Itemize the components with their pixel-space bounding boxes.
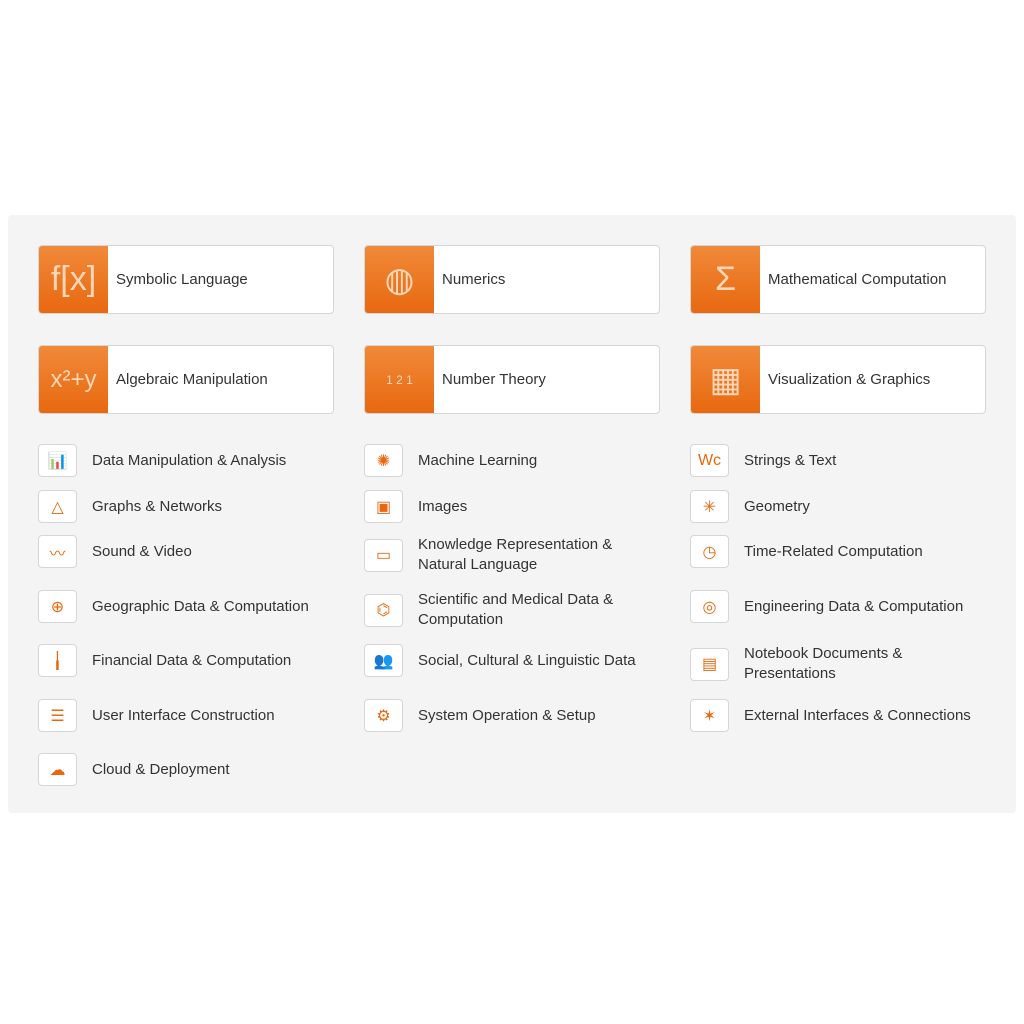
category-link[interactable]: 📊 Data Manipulation & Analysis: [38, 444, 338, 477]
category-label: Social, Cultural & Linguistic Data: [418, 651, 636, 669]
category-label: Scientific and Medical Data & Computatio…: [418, 591, 614, 628]
category-link[interactable]: ⚙ System Operation & Setup: [364, 699, 664, 732]
candlestick-icon: ╽: [38, 644, 77, 677]
card-label: Symbolic Language: [116, 271, 248, 288]
connections-icon: ✶: [690, 699, 729, 732]
sliders-icon: ☰: [38, 699, 77, 732]
category-link[interactable]: ✺ Machine Learning: [364, 444, 664, 477]
card-label: Visualization & Graphics: [768, 371, 931, 388]
category-link[interactable]: ▣ Images: [364, 490, 664, 523]
engineering-icon: ◎: [690, 590, 729, 623]
featured-card[interactable]: 1 2 1 Number Theory: [364, 345, 660, 414]
card-label: Mathematical Computation: [768, 271, 947, 288]
category-link[interactable]: △ Graphs & Networks: [38, 490, 338, 523]
category-label: Machine Learning: [418, 451, 538, 469]
clock-icon: ◷: [690, 535, 729, 568]
category-link[interactable]: Wc Strings & Text: [690, 444, 990, 477]
category-link[interactable]: 👥 Social, Cultural & Linguistic Data: [364, 644, 664, 677]
category-link[interactable]: ╽ Financial Data & Computation: [38, 644, 338, 677]
card-label: Numerics: [442, 271, 506, 288]
category-label: Notebook Documents & Presentations: [744, 645, 903, 682]
notebook-icon: ▤: [690, 647, 729, 681]
fx-icon: f[x]: [39, 246, 108, 313]
image-icon: ▣: [364, 490, 403, 523]
card-label: Algebraic Manipulation: [116, 371, 268, 388]
category-link[interactable]: ✶ External Interfaces & Connections: [690, 699, 990, 732]
waveform-icon: 〰: [38, 535, 77, 568]
category-label: Time-Related Computation: [744, 542, 923, 560]
category-label: Cloud & Deployment: [92, 760, 230, 778]
category-label: Strings & Text: [744, 451, 837, 469]
category-label: Engineering Data & Computation: [744, 597, 964, 615]
featured-card[interactable]: x²+y Algebraic Manipulation: [38, 345, 334, 414]
algebra-icon: x²+y: [39, 346, 108, 413]
category-link[interactable]: ☰ User Interface Construction: [38, 699, 338, 732]
category-label: Sound & Video: [92, 542, 192, 560]
category-link[interactable]: ⌬ Scientific and Medical Data & Computati…: [364, 590, 664, 630]
category-link[interactable]: ☁ Cloud & Deployment: [38, 753, 338, 786]
featured-card[interactable]: ▦ Visualization & Graphics: [690, 345, 986, 414]
category-label: System Operation & Setup: [418, 706, 596, 724]
category-link[interactable]: ◎ Engineering Data & Computation: [690, 590, 990, 623]
pascal-triangle-icon: 1 2 1: [365, 346, 434, 413]
brain-icon: ✺: [364, 444, 403, 477]
cloud-icon: ☁: [38, 753, 77, 786]
monitor-gear-icon: ⚙: [364, 699, 403, 732]
people-icon: 👥: [364, 644, 403, 677]
sphere-mesh-icon: ◍: [365, 246, 434, 313]
molecule-icon: ⌬: [364, 593, 403, 627]
polyhedron-icon: ✳: [690, 490, 729, 523]
featured-card[interactable]: ◍ Numerics: [364, 245, 660, 314]
globe-pin-icon: ⊕: [38, 590, 77, 623]
featured-card[interactable]: Σ Mathematical Computation: [690, 245, 986, 314]
category-link[interactable]: 〰 Sound & Video: [38, 535, 338, 568]
3d-plot-icon: ▦: [691, 346, 760, 413]
bar-chart-icon: 📊: [38, 444, 77, 477]
category-link[interactable]: ✳ Geometry: [690, 490, 990, 523]
chat-icon: ▭: [364, 538, 403, 572]
summation-icon: Σ: [691, 246, 760, 313]
category-label: Geographic Data & Computation: [92, 597, 309, 615]
category-label: Financial Data & Computation: [92, 651, 292, 669]
category-label: Images: [418, 497, 468, 515]
category-label: User Interface Construction: [92, 706, 275, 724]
category-label: External Interfaces & Connections: [744, 706, 971, 724]
category-label: Graphs & Networks: [92, 497, 223, 515]
category-link[interactable]: ◷ Time-Related Computation: [690, 535, 990, 568]
card-label: Number Theory: [442, 371, 546, 388]
category-label: Knowledge Representation & Natural Langu…: [418, 536, 613, 573]
category-label: Geometry: [744, 497, 810, 515]
category-link[interactable]: ▭ Knowledge Representation & Natural Lang…: [364, 535, 664, 575]
category-link[interactable]: ⊕ Geographic Data & Computation: [38, 590, 338, 623]
graph-icon: △: [38, 490, 77, 523]
featured-card[interactable]: f[x] Symbolic Language: [38, 245, 334, 314]
category-label: Data Manipulation & Analysis: [92, 451, 287, 469]
category-link[interactable]: ▤ Notebook Documents & Presentations: [690, 644, 990, 684]
text-icon: Wc: [690, 444, 729, 477]
